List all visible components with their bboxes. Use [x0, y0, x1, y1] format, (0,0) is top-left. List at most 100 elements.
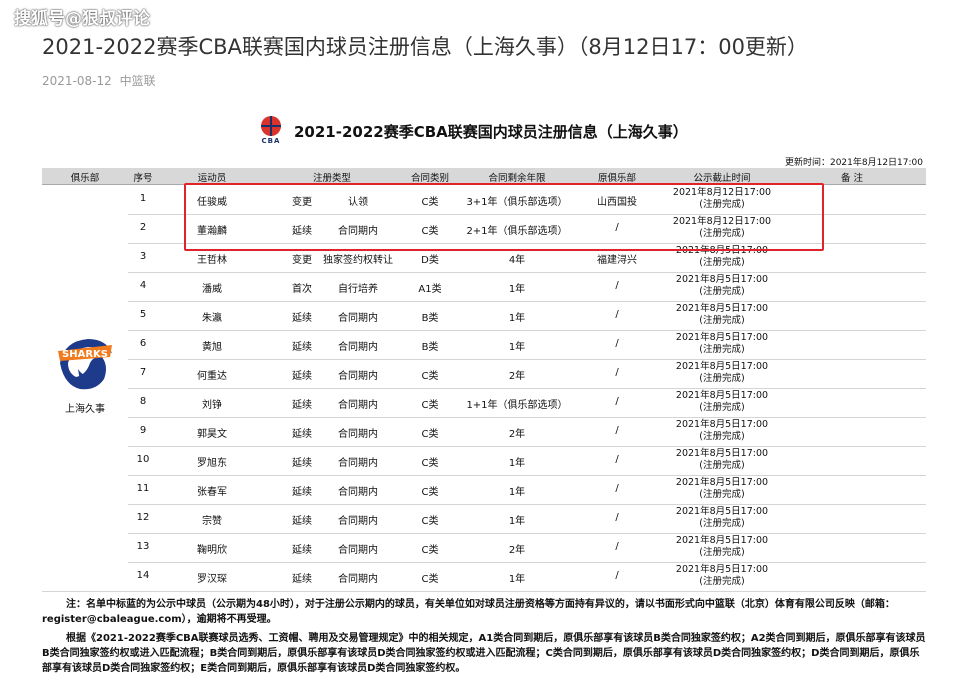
deadline-date: 2021年8月5日17:00 [675, 274, 769, 285]
cell-reg-b: 合同期内 [338, 458, 378, 469]
cell-contract: C类 [421, 545, 439, 556]
cell-deadline: 2021年8月5日17:00 (注册完成) [662, 448, 782, 472]
cell-prev-club: / [615, 309, 619, 320]
cell-reg-b: 合同期内 [338, 487, 378, 498]
cell-contract: C类 [421, 429, 439, 440]
table-row: 6 黄旭 延续 合同期内 B类 1年/2021年8月5日17:00 (注册完成) [42, 330, 926, 360]
deadline-status: (注册完成) [699, 547, 745, 558]
cell-player: 潘威 [202, 284, 222, 295]
cell-player: 朱瀛 [202, 313, 222, 324]
cell-player: 张春军 [197, 487, 227, 498]
cell-player: 罗旭东 [197, 458, 227, 469]
cell-no: 5 [139, 309, 147, 320]
col-no: 序号 [133, 173, 153, 184]
deadline-status: (注册完成) [699, 402, 745, 413]
cell-no: 14 [136, 570, 150, 581]
table-row: 13 鞠明欣 延续 合同期内 C类 2年/2021年8月5日17:00 (注册完成) [42, 533, 926, 563]
cell-no: 8 [139, 396, 147, 407]
cell-no: 12 [136, 512, 150, 523]
deadline-date: 2021年8月5日17:00 [675, 477, 769, 488]
col-contract: 合同类别 [410, 173, 449, 184]
cell-years: 1年 [508, 516, 526, 527]
cell-player: 鞠明欣 [197, 545, 227, 556]
cell-prev-club: / [615, 367, 619, 378]
deadline-date: 2021年8月5日17:00 [675, 361, 769, 372]
cell-contract: A1类 [418, 284, 442, 295]
cell-deadline: 2021年8月5日17:00 (注册完成) [662, 535, 782, 559]
cell-prev-club: / [615, 338, 619, 349]
cell-years: 2年 [508, 545, 526, 556]
cell-contract: C类 [421, 400, 439, 411]
watermark: 搜狐号@狠叔评论 [14, 9, 150, 29]
cell-reg-b: 合同期内 [338, 545, 378, 556]
cell-deadline: 2021年8月5日17:00 (注册完成) [662, 361, 782, 385]
cell-deadline: 2021年8月5日17:00 (注册完成) [662, 419, 782, 443]
col-player: 运动员 [197, 173, 227, 184]
article-meta: 2021-08-12 中篮联 [42, 72, 160, 89]
cell-no: 3 [139, 251, 147, 262]
cell-contract: B类 [421, 313, 439, 324]
cell-reg-b: 合同期内 [338, 574, 378, 585]
article-source[interactable]: 中篮联 [120, 74, 156, 88]
document-header: CBA 2021-2022赛季CBA联赛国内球员注册信息（上海久事） [258, 114, 688, 148]
cell-deadline: 2021年8月5日17:00 (注册完成) [662, 274, 782, 298]
cell-years: 2年 [508, 371, 526, 382]
table-row: 7 何重达 延续 合同期内 C类 2年/2021年8月5日17:00 (注册完成) [42, 359, 926, 389]
deadline-date: 2021年8月5日17:00 [675, 506, 769, 517]
deadline-date: 2021年8月5日17:00 [675, 303, 769, 314]
deadline-status: (注册完成) [699, 257, 745, 268]
club-cell: SHARKS 上海久事 [42, 185, 128, 591]
col-deadline: 公示截止时间 [693, 173, 751, 184]
cell-prev-club: / [615, 541, 619, 552]
cell-reg-b: 合同期内 [338, 342, 378, 353]
cell-prev-club: / [615, 454, 619, 465]
cell-years: 4年 [508, 255, 526, 266]
cell-player: 宗赞 [202, 516, 222, 527]
cell-contract: B类 [421, 342, 439, 353]
deadline-status: (注册完成) [699, 576, 745, 587]
cell-no: 1 [139, 193, 147, 204]
deadline-status: (注册完成) [699, 344, 745, 355]
deadline-status: (注册完成) [699, 373, 745, 384]
cell-deadline: 2021年8月5日17:00 (注册完成) [662, 332, 782, 356]
notes: 注：名单中标蓝的为公示中球员（公示期为48小时），对于注册公示期内的球员，有关单… [42, 597, 926, 680]
cell-contract: C类 [421, 574, 439, 585]
col-reg-type: 注册类型 [312, 173, 351, 184]
cell-no: 13 [136, 541, 150, 552]
cell-contract: C类 [421, 487, 439, 498]
deadline-date: 2021年8月5日17:00 [675, 419, 769, 430]
cell-prev-club: / [615, 396, 619, 407]
cell-deadline: 2021年8月5日17:00 (注册完成) [662, 390, 782, 414]
cell-deadline: 2021年8月5日17:00 (注册完成) [662, 506, 782, 530]
shanghai-sharks-logo-icon: SHARKS [58, 339, 112, 390]
table-row: 9 郭昊文 延续 合同期内 C类 2年/2021年8月5日17:00 (注册完成) [42, 417, 926, 447]
cell-years: 1年 [508, 487, 526, 498]
cell-contract: C类 [421, 458, 439, 469]
deadline-status: (注册完成) [699, 431, 745, 442]
deadline-status: (注册完成) [699, 460, 745, 471]
table-row: 10 罗旭东 延续 合同期内 C类 1年/2021年8月5日17:00 (注册完成) [42, 446, 926, 476]
table-row: 4 潘威 首次 自行培养 A1类 1年/2021年8月5日17:00 (注册完成) [42, 272, 926, 302]
deadline-date: 2021年8月5日17:00 [675, 448, 769, 459]
update-time: 更新时间：2021年8月12日17:00 [784, 158, 923, 168]
cell-player: 王哲林 [197, 255, 227, 266]
table-row: 5 朱瀛 延续 合同期内 B类 1年/2021年8月5日17:00 (注册完成) [42, 301, 926, 331]
cell-contract: C类 [421, 371, 439, 382]
table-row: 14 罗汉琛 延续 合同期内 C类 1年/2021年8月5日17:00 (注册完成) [42, 562, 926, 592]
cell-no: 2 [139, 222, 147, 233]
club-name: 上海久事 [65, 404, 105, 415]
deadline-date: 2021年8月5日17:00 [675, 332, 769, 343]
cell-prev-club: 福建浔兴 [597, 255, 637, 266]
cell-reg-b: 合同期内 [338, 516, 378, 527]
deadline-status: (注册完成) [699, 286, 745, 297]
deadline-date: 2021年8月5日17:00 [675, 564, 769, 575]
cell-player: 刘铮 [202, 400, 222, 411]
deadline-date: 2021年8月5日17:00 [675, 390, 769, 401]
cell-reg-b: 合同期内 [338, 371, 378, 382]
deadline-status: (注册完成) [699, 489, 745, 500]
col-club: 俱乐部 [70, 173, 100, 184]
cell-years: 1年 [508, 342, 526, 353]
note-2: 根据《2021-2022赛季CBA联赛球员选秀、工资帽、聘用及交易管理规定》中的… [42, 633, 926, 674]
cell-reg-b: 独家签约权转让 [323, 255, 393, 266]
deadline-status: (注册完成) [699, 518, 745, 529]
